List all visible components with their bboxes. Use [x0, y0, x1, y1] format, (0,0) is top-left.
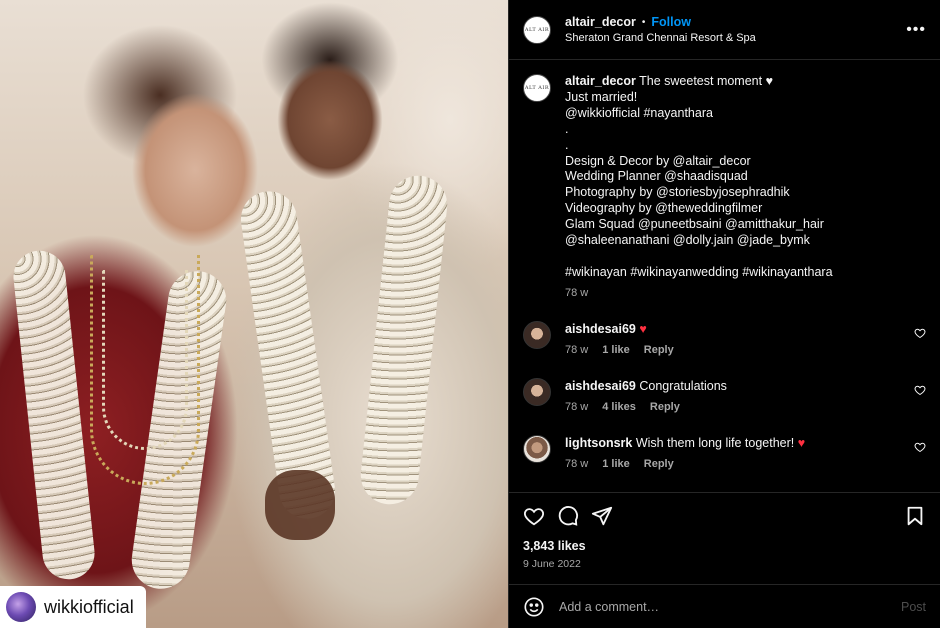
- username-link[interactable]: altair_decor: [565, 15, 636, 29]
- like-comment-heart-icon[interactable]: [914, 441, 926, 453]
- heart-emoji: ♥: [639, 321, 647, 336]
- flower-garland: [10, 248, 98, 582]
- logo-text: ALT AIR: [524, 85, 550, 91]
- caption: ALT AIR altair_decor The sweetest moment…: [523, 74, 926, 299]
- caption-line: .: [565, 121, 569, 136]
- caption-line: #wikinayan #wikinayanwedding #wikinayant…: [565, 264, 833, 279]
- tagged-user[interactable]: wikkiofficial: [0, 586, 146, 628]
- caption-line: Just married!: [565, 89, 638, 104]
- comment-item: aishdesai69 ♥ 78 w 1 like Reply: [523, 320, 926, 356]
- profile-avatar[interactable]: ALT AIR: [523, 15, 551, 44]
- caption-line: Videography by @theweddingfilmer: [565, 201, 763, 216]
- caption-line: .: [565, 137, 569, 152]
- post-sidebar: ALT AIR altair_decor • Follow Sheraton G…: [508, 0, 940, 628]
- likes-count[interactable]: 3,843 likes: [523, 539, 926, 553]
- post-header: ALT AIR altair_decor • Follow Sheraton G…: [509, 0, 940, 60]
- comment-bubble-icon[interactable]: [557, 505, 579, 527]
- reply-button[interactable]: Reply: [644, 458, 674, 470]
- avatar: [6, 592, 36, 622]
- caption-line: @wikkiofficial #nayanthara: [565, 105, 713, 120]
- comments-list[interactable]: ALT AIR altair_decor The sweetest moment…: [509, 60, 940, 492]
- commenter-avatar[interactable]: [523, 320, 551, 349]
- location-link[interactable]: Sheraton Grand Chennai Resort & Spa: [565, 32, 906, 44]
- caption-age: 78 w: [565, 286, 589, 299]
- comment-likes[interactable]: 1 like: [602, 458, 630, 470]
- post-container: wikkiofficial ALT AIR altair_decor • Fol…: [0, 0, 940, 628]
- commenter-avatar[interactable]: [523, 434, 551, 463]
- post-date: 9 June 2022: [523, 558, 581, 570]
- caption-text: altair_decor The sweetest moment ♥ Just …: [565, 74, 833, 281]
- logo-text: ALT AIR: [524, 26, 550, 33]
- comment-item: aishdesai69 Congratulations 78 w 4 likes…: [523, 377, 926, 413]
- commenter-avatar[interactable]: [523, 377, 551, 406]
- comment-age: 78 w: [565, 400, 589, 413]
- separator: •: [641, 16, 646, 28]
- header-info: altair_decor • Follow Sheraton Grand Che…: [565, 15, 906, 44]
- more-options-icon[interactable]: •••: [906, 21, 926, 39]
- like-comment-heart-icon[interactable]: [914, 384, 926, 396]
- like-heart-icon[interactable]: [523, 505, 545, 527]
- post-actions: 3,843 likes 9 June 2022: [509, 492, 940, 584]
- tagged-username: wikkiofficial: [44, 596, 134, 617]
- caption-line: Photography by @storiesbyjosephradhik: [565, 185, 790, 200]
- reply-button[interactable]: Reply: [650, 401, 680, 413]
- commenter-username[interactable]: lightsonsrk: [565, 436, 632, 450]
- caption-username[interactable]: altair_decor: [565, 74, 636, 88]
- add-comment-bar: Post: [509, 584, 940, 628]
- comment-text: Congratulations: [639, 378, 727, 393]
- post-comment-button[interactable]: Post: [901, 600, 926, 614]
- comment-age: 78 w: [565, 343, 589, 356]
- caption-line: Wedding Planner @shaadisquad: [565, 169, 748, 184]
- hand: [265, 470, 335, 540]
- caption-line: [565, 249, 833, 265]
- reply-button[interactable]: Reply: [644, 344, 674, 356]
- caption-line: @shaleenanathani @dolly.jain @jade_bymk: [565, 233, 810, 248]
- comment-item: lightsonsrk Wish them long life together…: [523, 434, 926, 470]
- caption-line: Glam Squad @puneetbsaini @amitthakur_hai…: [565, 217, 824, 232]
- necklace: [102, 270, 188, 450]
- comment-text: Wish them long life together!: [635, 435, 795, 450]
- caption-line: Design & Decor by @altair_decor: [565, 153, 751, 168]
- heart-emoji: ♥: [797, 435, 806, 450]
- share-paper-plane-icon[interactable]: [591, 505, 613, 527]
- caption-line: The sweetest moment ♥: [639, 74, 773, 88]
- emoji-smiley-icon[interactable]: [523, 596, 545, 618]
- comment-likes[interactable]: 1 like: [602, 344, 630, 356]
- comment-input[interactable]: [559, 599, 887, 614]
- commenter-username[interactable]: aishdesai69: [565, 322, 636, 336]
- save-bookmark-icon[interactable]: [904, 505, 926, 527]
- follow-button[interactable]: Follow: [651, 15, 691, 29]
- commenter-username[interactable]: aishdesai69: [565, 379, 636, 393]
- flower-garland: [357, 172, 451, 508]
- like-comment-heart-icon[interactable]: [914, 327, 926, 339]
- comment-likes[interactable]: 4 likes: [602, 401, 636, 413]
- comment-age: 78 w: [565, 457, 589, 470]
- post-photo[interactable]: wikkiofficial: [0, 0, 508, 628]
- caption-avatar[interactable]: ALT AIR: [523, 74, 551, 102]
